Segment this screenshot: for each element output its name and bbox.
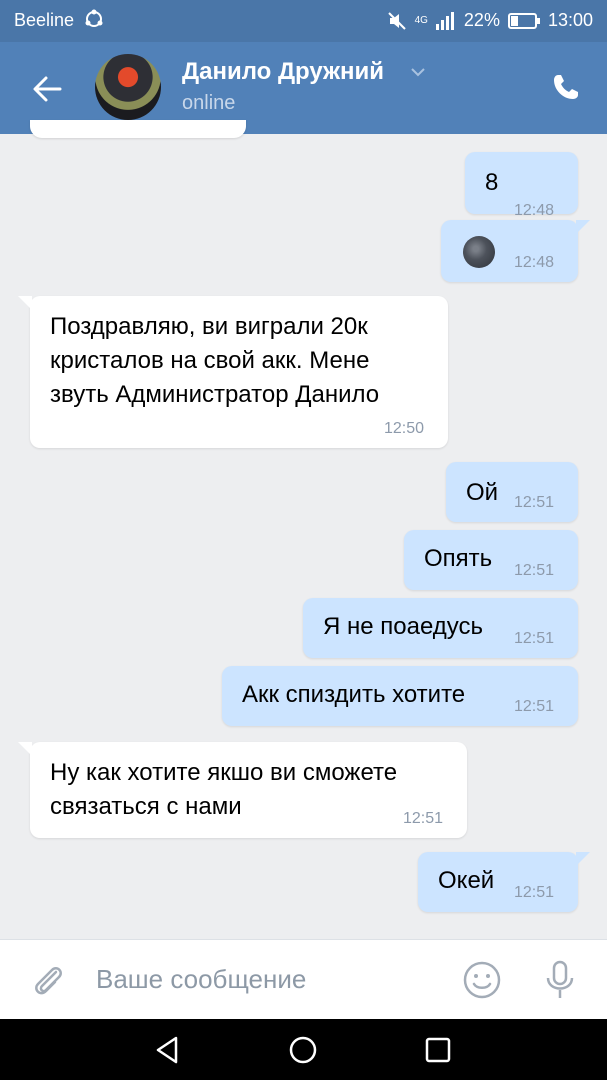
clock: 13:00: [547, 10, 593, 30]
composer-bar: Ваше сообщение: [0, 939, 607, 1020]
bubble-tail: [576, 220, 590, 234]
nav-recents-icon[interactable]: [422, 1034, 454, 1066]
phone-icon[interactable]: [551, 72, 581, 102]
system-nav-bar: [0, 1019, 607, 1080]
message-time: 12:50: [384, 420, 425, 437]
arrow-left-icon[interactable]: [30, 72, 64, 106]
status-bar: Beeline 4G 22% 13:00: [0, 0, 607, 42]
paperclip-icon[interactable]: [28, 960, 68, 1000]
signal-icon: [435, 11, 454, 30]
avatar[interactable]: [95, 54, 161, 120]
message-text: Акк спиздить хотите: [242, 681, 466, 708]
message-text: Окей: [438, 867, 495, 894]
presence-status: online: [182, 92, 236, 114]
nav-home-icon[interactable]: [287, 1034, 319, 1066]
bubble-tail: [18, 742, 32, 756]
outgoing-message[interactable]: Акк спиздить хотите 12:51: [222, 666, 578, 726]
message-time: 12:51: [403, 810, 444, 827]
bubble-tail: [576, 852, 590, 866]
battery-icon: [507, 12, 540, 29]
outgoing-message[interactable]: 8 12:48: [465, 152, 578, 219]
message-text: Ну как хотите якшо ви сможете связаться …: [50, 759, 398, 820]
contact-name[interactable]: Данило Дружний: [182, 58, 384, 86]
new-moon-face-icon: [463, 236, 495, 268]
message-time: 12:51: [514, 630, 555, 647]
message-time: 12:51: [514, 884, 555, 901]
message-text: Я не поаедусь: [323, 613, 484, 640]
message-input[interactable]: Ваше сообщение: [96, 964, 306, 995]
incoming-message[interactable]: Ну как хотите якшо ви сможете связаться …: [18, 742, 467, 838]
bubble-tail: [18, 296, 32, 310]
message-time: 12:51: [514, 562, 555, 579]
outgoing-message[interactable]: Окей 12:51: [418, 852, 590, 912]
battery-percent: 22%: [463, 10, 500, 30]
message-text: Опять: [424, 545, 493, 572]
message-list[interactable]: 8 12:48 12:48 Поздравляю, ви виграли 20к…: [0, 120, 607, 939]
message-time: 12:48: [514, 254, 555, 271]
microphone-icon[interactable]: [540, 958, 580, 1002]
message-text: 8: [485, 169, 499, 196]
sync-icon: [85, 9, 103, 27]
outgoing-message[interactable]: Ой 12:51: [446, 462, 578, 522]
message-time: 12:48: [514, 202, 555, 219]
message-time: 12:51: [514, 494, 555, 511]
mute-icon: [387, 11, 406, 30]
message-time: 12:51: [514, 698, 555, 715]
carrier-name: Beeline: [14, 10, 75, 30]
network-type: 4G: [414, 15, 428, 26]
smile-icon[interactable]: [462, 960, 502, 1000]
nav-back-icon[interactable]: [152, 1034, 184, 1066]
previous-message-bubble: [30, 120, 246, 138]
outgoing-message[interactable]: 12:48: [441, 220, 590, 282]
message-text: Ой: [466, 479, 499, 506]
message-text: Поздравляю, ви виграли 20к кристалов на …: [50, 313, 380, 408]
outgoing-message[interactable]: Я не поаедусь 12:51: [303, 598, 578, 658]
outgoing-message[interactable]: Опять 12:51: [404, 530, 578, 590]
incoming-message[interactable]: Поздравляю, ви виграли 20к кристалов на …: [18, 296, 448, 448]
chevron-down-icon[interactable]: [410, 66, 426, 78]
